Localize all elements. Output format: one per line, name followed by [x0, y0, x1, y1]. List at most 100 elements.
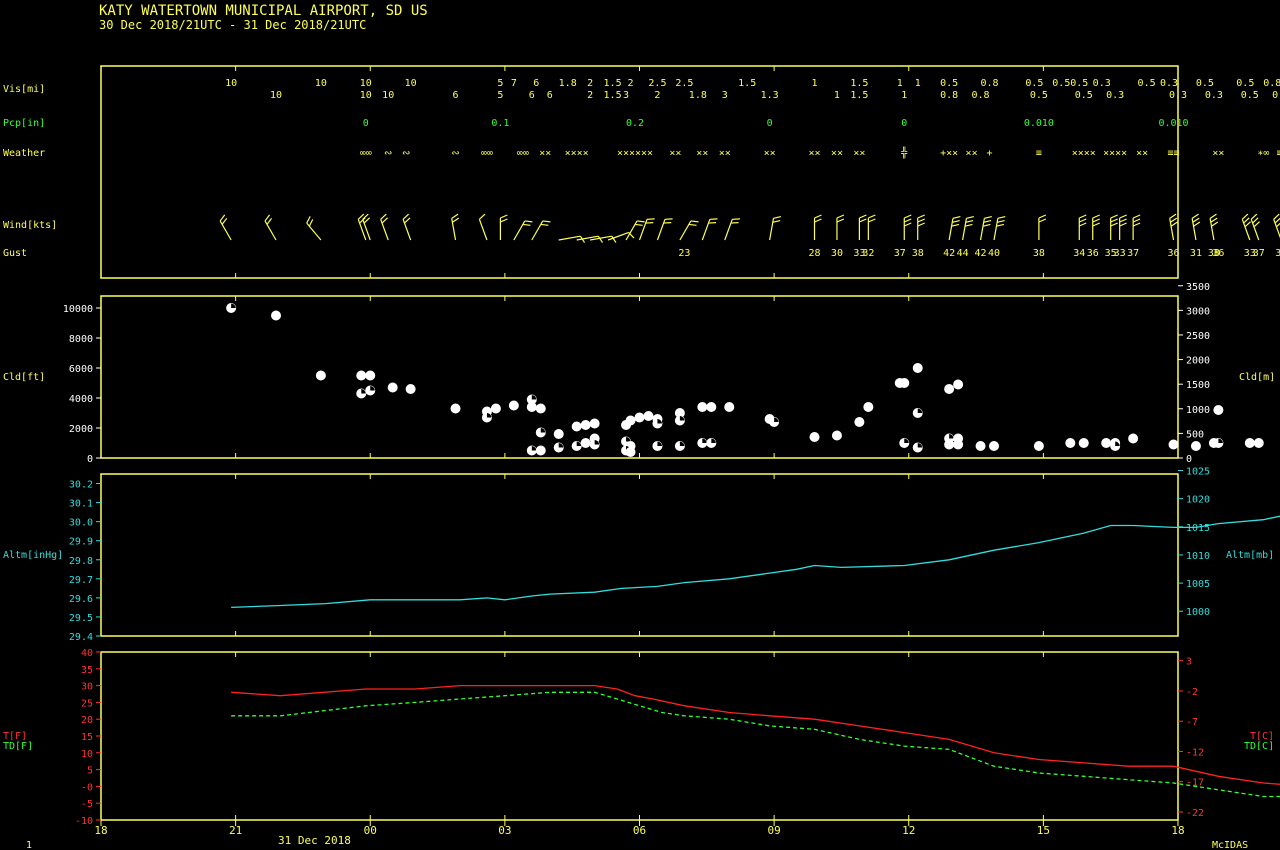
gust-value: 31: [1190, 248, 1202, 259]
weather-symbol: ∗∞: [1257, 148, 1269, 159]
cloud-marker: [1190, 441, 1201, 451]
cloud-marker: [271, 310, 282, 321]
dewpoint-f-label: TD[F]: [3, 741, 33, 752]
cloud-marker: [535, 403, 546, 414]
gust-row-label: Gust: [3, 248, 27, 259]
cloud-m-tick-label: 500: [1186, 429, 1204, 440]
cloud-marker: [944, 439, 955, 450]
time-period: 30 Dec 2018/21UTC - 31 Dec 2018/21UTC: [99, 18, 366, 32]
cloud-marker: [589, 418, 600, 429]
weather-symbol: ∞∞: [517, 148, 529, 159]
vis-value: 0.3: [1205, 90, 1223, 101]
gust-value: 37: [1253, 248, 1265, 259]
vis-value: 0.5: [1272, 90, 1280, 101]
temperature-c-tick-label: -22: [1186, 808, 1204, 819]
temperature-f-tick-label: 15: [81, 732, 93, 743]
gust-value: 30: [831, 248, 843, 259]
cloud-marker: [831, 430, 842, 441]
temperature-c-tick-label: -7: [1186, 717, 1198, 728]
altimeter-inhg-tick-label: 29.6: [69, 594, 93, 605]
vis-value: 10: [405, 78, 417, 89]
vis-value: 10: [315, 78, 327, 89]
cloud-marker: [553, 429, 564, 439]
footer-index: 1: [26, 840, 32, 850]
cloud-marker: [1253, 438, 1264, 448]
temperature-c-tick-label: -12: [1186, 747, 1204, 758]
gust-value: 37: [894, 248, 906, 259]
temperature-f-tick-label: 35: [81, 665, 93, 676]
cloud-marker: [490, 403, 501, 414]
temperature-f-tick-label: -0: [81, 782, 93, 793]
altimeter-inhg-tick-label: 29.9: [69, 537, 93, 548]
cloud-marker: [387, 382, 398, 393]
altimeter-inhg-tick-label: 30.0: [69, 518, 93, 529]
temperature-f-tick-label: -5: [81, 799, 93, 810]
gust-value: 28: [808, 248, 820, 259]
cloud-m-label: Cld[m]: [1239, 372, 1275, 383]
vis-value: 10: [360, 90, 372, 101]
meteogram: KATY WATERTOWN MUNICIPAL AIRPORT, SD US …: [0, 0, 1280, 850]
cloud-marker: [697, 402, 708, 412]
gust-value: 38: [1033, 248, 1045, 259]
dewpoint-c-label: TD[C]: [1244, 741, 1274, 752]
time-tick-label: 06: [633, 824, 646, 837]
cloud-ft-tick-label: 6000: [69, 364, 93, 375]
vis-value: 1.3: [761, 90, 779, 101]
cloud-marker: [450, 403, 461, 414]
vis-value: 3: [623, 90, 629, 101]
altimeter-inhg-tick-label: 30.2: [69, 480, 93, 491]
cloud-marker: [625, 447, 636, 457]
altimeter-mb-tick-label: 1015: [1186, 523, 1210, 534]
weather-symbol: ××: [831, 148, 843, 159]
vis-value: 1.5: [850, 90, 868, 101]
cloud-m-tick-label: 3000: [1186, 306, 1210, 317]
cloud-marker: [912, 363, 923, 373]
weather-symbol: ××××: [565, 148, 589, 159]
time-tick-label: 18: [1171, 824, 1184, 837]
vis-value: 6: [547, 90, 553, 101]
weather-symbol: ╬: [901, 146, 908, 159]
vis-value: 7: [511, 78, 517, 89]
vis-value: 6: [533, 78, 539, 89]
cloud-marker: [535, 445, 546, 456]
vis-value: 5: [497, 78, 503, 89]
vis-value: 0.5: [1196, 78, 1214, 89]
footer-date: 31 Dec 2018: [278, 834, 351, 847]
vis-value: 5: [497, 90, 503, 101]
vis-value: 0.5: [1052, 78, 1070, 89]
cloud-m-tick-label: 0: [1186, 454, 1192, 465]
weather-symbol: ××××: [1103, 148, 1127, 159]
cloud-marker: [989, 441, 1000, 451]
altimeter-mb-label: Altm[mb]: [1226, 550, 1274, 561]
weather-symbol: ∞∞: [360, 148, 372, 159]
cloud-m-tick-label: 2000: [1186, 356, 1210, 367]
altimeter-mb-tick-label: 1005: [1186, 579, 1210, 590]
temperature-f-tick-label: 25: [81, 698, 93, 709]
weather-symbol: ≡: [1036, 148, 1042, 159]
cloud-marker: [508, 400, 519, 411]
vis-value: 0.5: [1025, 78, 1043, 89]
weather-symbol: ××: [669, 148, 681, 159]
cloud-marker: [863, 402, 874, 412]
vis-value: 0.3: [1093, 78, 1111, 89]
temperature-f-tick-label: -10: [75, 816, 93, 827]
vis-value: 2.5: [675, 78, 693, 89]
cloud-marker: [315, 370, 326, 381]
weather-symbol: ××××××: [617, 148, 653, 159]
temperature-f-tick-label: 5: [87, 766, 93, 777]
vis-value: 10: [225, 78, 237, 89]
temperature-f-tick-label: 30: [81, 682, 93, 693]
gust-value: 36: [1167, 248, 1179, 259]
weather-symbol: ××: [764, 148, 776, 159]
vis-value: 0.5: [1138, 78, 1156, 89]
temperature-f-tick-label: 10: [81, 749, 93, 760]
vis-value: 2: [654, 90, 660, 101]
weather-row-label: Weather: [3, 148, 45, 159]
vis-value: 0.3: [1169, 90, 1187, 101]
vis-value: 10: [382, 90, 394, 101]
cloud-m-tick-label: 1500: [1186, 380, 1210, 391]
cloud-marker: [1101, 438, 1112, 448]
cloud-marker: [571, 421, 582, 432]
weather-symbol: ××: [808, 148, 820, 159]
weather-symbol: ××××: [1072, 148, 1096, 159]
